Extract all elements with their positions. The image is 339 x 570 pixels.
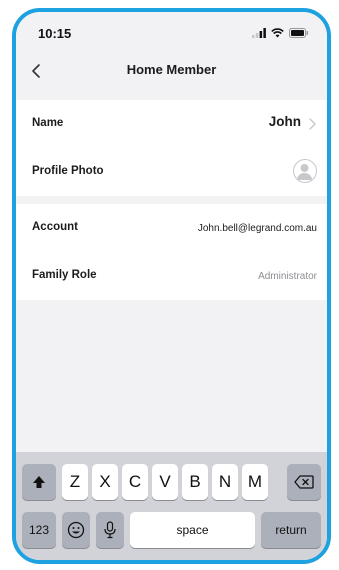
return-key[interactable]: return xyxy=(261,512,321,548)
emoji-key[interactable] xyxy=(62,512,90,548)
delete-icon xyxy=(294,475,314,489)
key-letter[interactable]: Z xyxy=(62,464,88,500)
avatar-placeholder-icon[interactable] xyxy=(293,159,317,183)
page-title: Home Member xyxy=(126,62,217,77)
name-row[interactable]: Name John xyxy=(16,100,327,148)
profile-photo-label: Profile Photo xyxy=(32,165,104,177)
nav-bar: Home Member xyxy=(16,50,327,92)
key-letter[interactable]: X xyxy=(92,464,118,500)
status-time: 10:15 xyxy=(38,26,72,41)
profile-section: Name John Profile Photo xyxy=(16,100,327,196)
family-role-label: Family Role xyxy=(32,269,97,281)
name-value: John xyxy=(268,114,301,129)
status-icons xyxy=(252,28,309,38)
account-value: John.bell@legrand.com.au xyxy=(197,223,317,234)
signal-icon xyxy=(252,28,266,38)
emoji-icon xyxy=(67,521,85,539)
name-label: Name xyxy=(32,117,64,129)
dictation-key[interactable] xyxy=(96,512,124,548)
account-row: Account John.bell@legrand.com.au xyxy=(16,204,327,252)
key-letter[interactable]: M xyxy=(242,464,268,500)
screen: 10:15 Home Member Name John Profile Phot… xyxy=(16,12,327,560)
shift-icon xyxy=(33,476,45,488)
numbers-key[interactable]: 123 xyxy=(22,512,56,548)
wifi-icon xyxy=(271,28,284,38)
keyboard: Z X C V B N M 123 space return xyxy=(16,452,327,560)
space-key[interactable]: space xyxy=(130,512,255,548)
chevron-right-icon xyxy=(309,118,316,130)
account-label: Account xyxy=(32,221,78,233)
profile-photo-row[interactable]: Profile Photo xyxy=(16,148,327,196)
key-letter[interactable]: B xyxy=(182,464,208,500)
family-role-row: Family Role Administrator xyxy=(16,252,327,300)
key-letter[interactable]: C xyxy=(122,464,148,500)
battery-icon xyxy=(289,28,309,38)
shift-key[interactable] xyxy=(22,464,56,500)
phone-frame: 10:15 Home Member Name John Profile Phot… xyxy=(12,8,331,564)
microphone-icon xyxy=(104,521,116,539)
delete-key[interactable] xyxy=(287,464,321,500)
key-letter[interactable]: N xyxy=(212,464,238,500)
key-letter[interactable]: V xyxy=(152,464,178,500)
account-section: Account John.bell@legrand.com.au Family … xyxy=(16,204,327,300)
family-role-value: Administrator xyxy=(258,271,317,282)
status-bar: 10:15 xyxy=(16,12,327,50)
